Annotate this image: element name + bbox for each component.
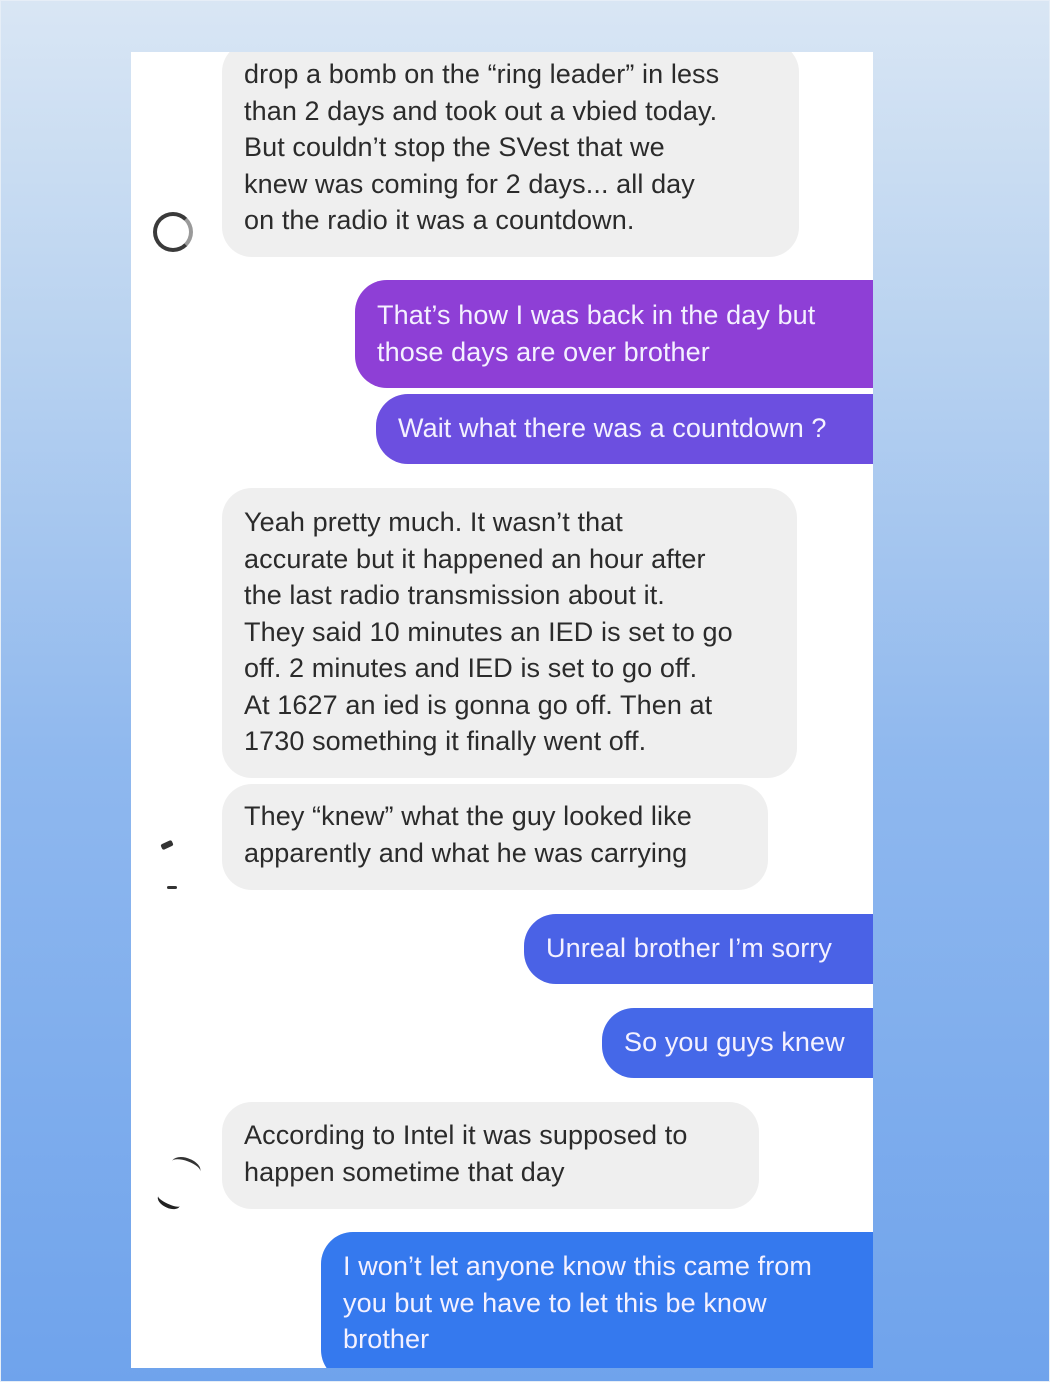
message-text: Wait what there was a countdown ?	[398, 413, 827, 443]
message-sent[interactable]: Wait what there was a countdown ?	[376, 394, 873, 464]
message-text: So you guys knew	[624, 1027, 845, 1057]
message-text: drop a bomb on the “ring leader” in less…	[244, 59, 720, 235]
message-sent[interactable]: So you guys knew	[602, 1008, 873, 1078]
message-received[interactable]: According to Intel it was supposed to ha…	[222, 1102, 759, 1209]
message-received[interactable]: Yeah pretty much. It wasn’t that accurat…	[222, 488, 797, 778]
message-text: I won’t let anyone know this came from y…	[343, 1251, 813, 1354]
message-text: According to Intel it was supposed to ha…	[244, 1120, 688, 1187]
avatar-fragment-icon	[168, 1153, 204, 1180]
contact-avatar[interactable]	[153, 212, 193, 252]
avatar-fragment-icon	[167, 886, 177, 889]
message-text: Yeah pretty much. It wasn’t that accurat…	[244, 507, 733, 756]
message-sent[interactable]: That’s how I was back in the day but tho…	[355, 280, 873, 388]
message-text: They “knew” what the guy looked like app…	[244, 801, 692, 868]
message-sent[interactable]: Unreal brother I’m sorry	[524, 914, 873, 984]
message-sent[interactable]: I won’t let anyone know this came from y…	[321, 1232, 873, 1368]
message-received[interactable]: They “knew” what the guy looked like app…	[222, 784, 768, 890]
message-received[interactable]: drop a bomb on the “ring leader” in less…	[222, 52, 799, 257]
avatar-fragment-icon	[155, 1189, 183, 1213]
avatar-fragment-icon	[160, 839, 174, 851]
chat-thread[interactable]: drop a bomb on the “ring leader” in less…	[131, 52, 873, 1368]
message-text: That’s how I was back in the day but tho…	[377, 300, 816, 367]
message-text: Unreal brother I’m sorry	[546, 933, 832, 963]
